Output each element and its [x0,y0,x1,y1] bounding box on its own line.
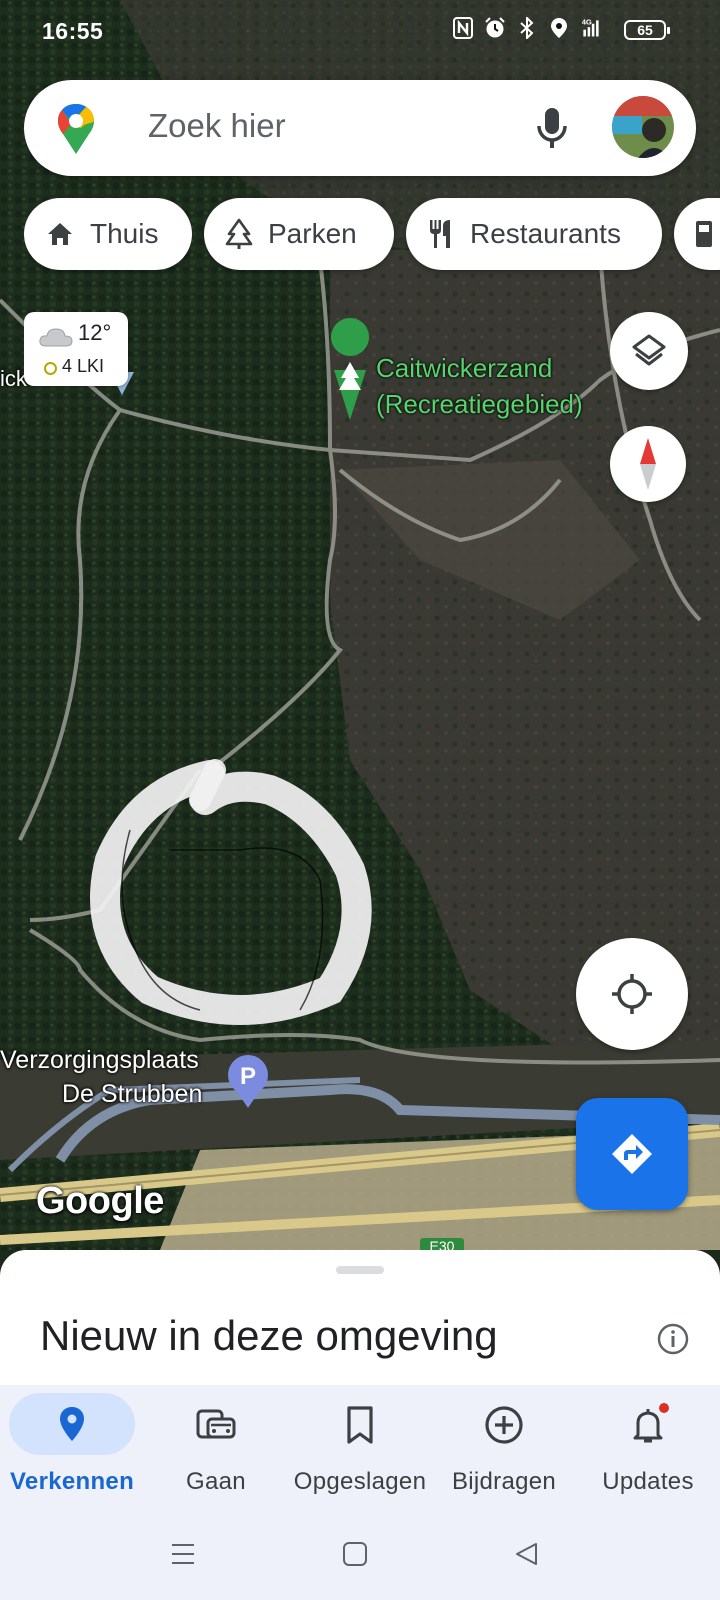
nav-label: Updates [602,1468,694,1495]
avatar[interactable] [612,96,674,158]
bookmark-icon [347,1406,373,1444]
home-icon [48,223,72,245]
location-icon [548,16,570,40]
chip-parken[interactable]: Parken [204,198,394,270]
svg-text:P: P [240,1063,256,1090]
compass-button[interactable] [610,426,686,502]
network-label: 4G [582,18,592,27]
layers-icon [632,334,666,366]
map-view[interactable]: P Caitwickerzand (Recreatiegebied) Verzo… [0,0,720,1250]
microphone-icon[interactable] [532,104,572,152]
nav-bijdragen[interactable]: Bijdragen [432,1385,576,1515]
nav-label: Opgeslagen [293,1468,427,1495]
sheet-title: Nieuw in deze omgeving [40,1312,498,1359]
category-chips: Thuis Parken Restaurants [24,198,720,272]
add-circle-icon [485,1406,523,1444]
battery-indicator: 65 [624,20,670,40]
park-name: Caitwickerzand [376,353,553,383]
chip-gas-station[interactable] [674,198,720,270]
google-attribution: Google [36,1180,164,1222]
menu-icon[interactable] [170,1541,196,1567]
home-square-icon[interactable] [342,1541,368,1567]
directions-icon [612,1134,652,1174]
commute-icon [196,1409,236,1439]
bottom-sheet[interactable]: Nieuw in deze omgeving [0,1250,720,1385]
air-quality-index: 4 LKI [62,356,105,376]
nav-opgeslagen[interactable]: Opgeslagen [288,1385,432,1515]
my-location-button[interactable] [576,938,688,1050]
signal-4g-icon: 4G [580,16,602,40]
park-type: (Recreatiegebied) [376,389,583,419]
sheet-drag-handle[interactable] [336,1266,384,1274]
chip-label: Restaurants [470,218,621,249]
gas-station-icon [696,221,712,247]
partial-place-label: ick [0,366,27,391]
google-maps-pin-icon [58,104,94,154]
chip-label: Parken [268,218,357,249]
bluetooth-icon [516,16,538,40]
status-icons: 4G [452,16,602,40]
alarm-icon [484,16,506,40]
restaurant-icon [430,220,450,248]
park-label[interactable]: Caitwickerzand (Recreatiegebied) [376,350,583,422]
back-triangle-icon[interactable] [514,1541,540,1567]
search-input[interactable]: Zoek hier [148,107,286,145]
nav-label: Verkennen [9,1468,135,1495]
rest-area-label-line2[interactable]: De Strubben [62,1080,202,1109]
nav-label: Bijdragen [451,1468,557,1495]
status-time: 16:55 [42,18,104,44]
directions-button[interactable] [576,1098,688,1210]
search-bar[interactable]: Zoek hier [24,80,696,176]
nav-updates[interactable]: Updates [576,1385,720,1515]
bell-icon [633,1403,669,1443]
system-navigation-bar [0,1515,720,1600]
info-icon[interactable] [656,1322,690,1356]
air-quality-dot [44,362,57,375]
cloud-icon [39,328,73,347]
chip-restaurants[interactable]: Restaurants [406,198,662,270]
weather-card[interactable]: 12° 4 LKI [24,312,128,386]
explore-pin-icon [60,1407,84,1441]
nfc-icon [452,16,474,40]
road-shield-label: E30 [429,1238,455,1250]
nav-verkennen[interactable]: Verkennen [0,1385,144,1515]
rest-area-label-line1[interactable]: Verzorgingsplaats [0,1046,199,1075]
bottom-navigation: Verkennen Gaan Opgeslagen Bijdragen Upda… [0,1385,720,1515]
crosshair-icon [612,974,652,1014]
notification-badge [659,1403,669,1413]
compass-icon [640,438,656,490]
status-bar: 16:55 4G 65 [0,0,720,64]
chip-thuis[interactable]: Thuis [24,198,192,270]
weather-temperature: 12° [78,320,112,345]
nav-label: Gaan [186,1468,246,1495]
tree-icon [225,218,253,249]
chip-label: Thuis [90,218,159,249]
nav-gaan[interactable]: Gaan [144,1385,288,1515]
layers-button[interactable] [610,312,688,390]
